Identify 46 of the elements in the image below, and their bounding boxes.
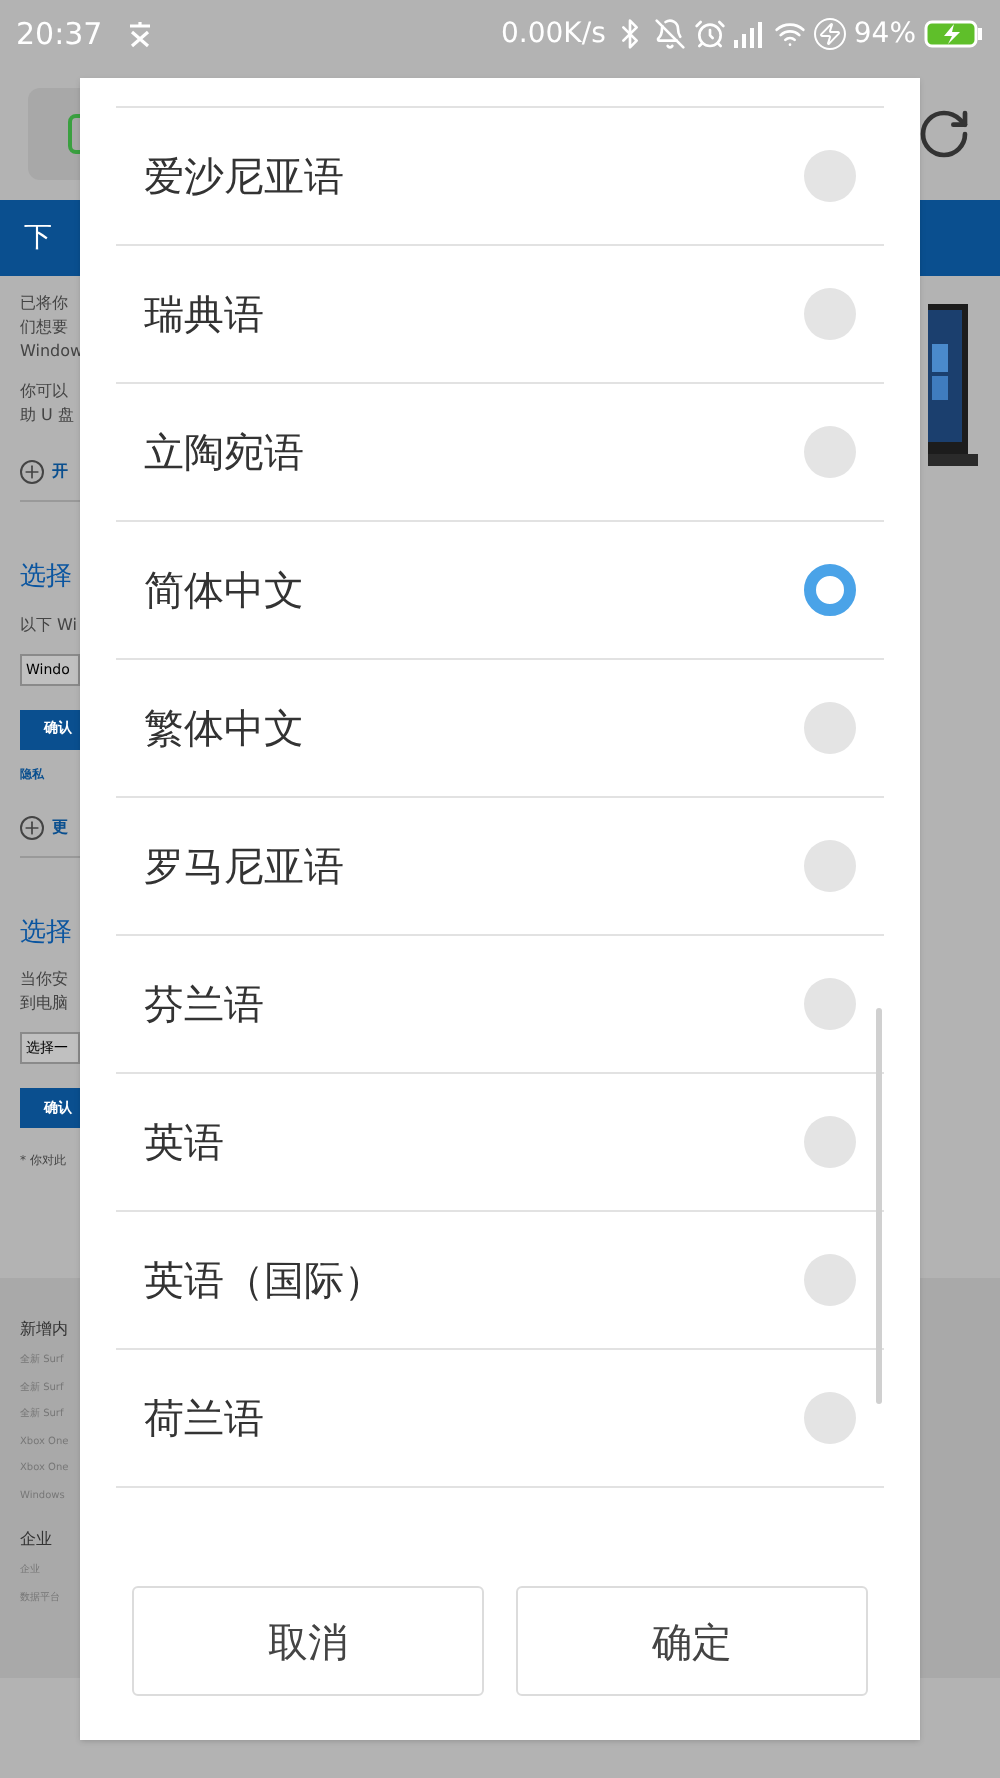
- radio-button[interactable]: [804, 426, 856, 478]
- section-heading: 选择: [20, 915, 74, 951]
- page-text: Window: [20, 340, 80, 364]
- expander-link[interactable]: 更: [52, 815, 68, 839]
- footer-heading: 新增内: [20, 1318, 70, 1342]
- language-option[interactable]: 荷兰语: [116, 1350, 884, 1488]
- page-text: 助 U 盘: [20, 404, 76, 428]
- radio-button[interactable]: [804, 978, 856, 1030]
- cancel-button[interactable]: 取消: [132, 1586, 484, 1696]
- network-speed-text: 0.00K/s: [501, 15, 606, 53]
- page-text: 们想要: [20, 316, 70, 340]
- radio-button[interactable]: [804, 150, 856, 202]
- ok-button[interactable]: 确定: [516, 1586, 868, 1696]
- radio-button[interactable]: [804, 1116, 856, 1168]
- battery-text: 94%: [853, 15, 916, 53]
- footer-heading: 企业: [20, 1528, 54, 1552]
- muted-bell-icon: [653, 18, 686, 50]
- signal-icon: [733, 20, 766, 48]
- refresh-icon[interactable]: [916, 106, 972, 162]
- banner-title: 下: [24, 219, 52, 257]
- clock-text: 20:37: [16, 13, 103, 56]
- wifi-icon: [773, 18, 806, 50]
- page-text: 当你安: [20, 968, 70, 992]
- language-option[interactable]: 瑞典语: [116, 246, 884, 384]
- language-option[interactable]: 简体中文: [116, 522, 884, 660]
- expander-link[interactable]: 开: [52, 460, 68, 484]
- battery-icon: [924, 20, 984, 48]
- language-option[interactable]: 繁体中文: [116, 660, 884, 798]
- page-text: 你可以: [20, 380, 70, 404]
- page-text: 已将你: [20, 292, 70, 316]
- charging-icon: [813, 18, 846, 50]
- radio-button[interactable]: [804, 1392, 856, 1444]
- page-text: 以下 Wi: [20, 613, 79, 637]
- alarm-icon: [693, 18, 726, 50]
- language-option[interactable]: 爱沙尼亚语: [116, 108, 884, 246]
- radio-button[interactable]: [804, 288, 856, 340]
- language-option[interactable]: 芬兰语: [116, 936, 884, 1074]
- notification-icon: [126, 20, 155, 48]
- radio-button[interactable]: [804, 840, 856, 892]
- section-heading: 选择: [20, 560, 74, 596]
- language-option[interactable]: 罗马尼亚语: [116, 798, 884, 936]
- radio-button[interactable]: [804, 1254, 856, 1306]
- page-text: 到电脑: [20, 992, 70, 1016]
- language-option[interactable]: 立陶宛语: [116, 384, 884, 522]
- radio-button[interactable]: [804, 564, 856, 616]
- radio-button[interactable]: [804, 702, 856, 754]
